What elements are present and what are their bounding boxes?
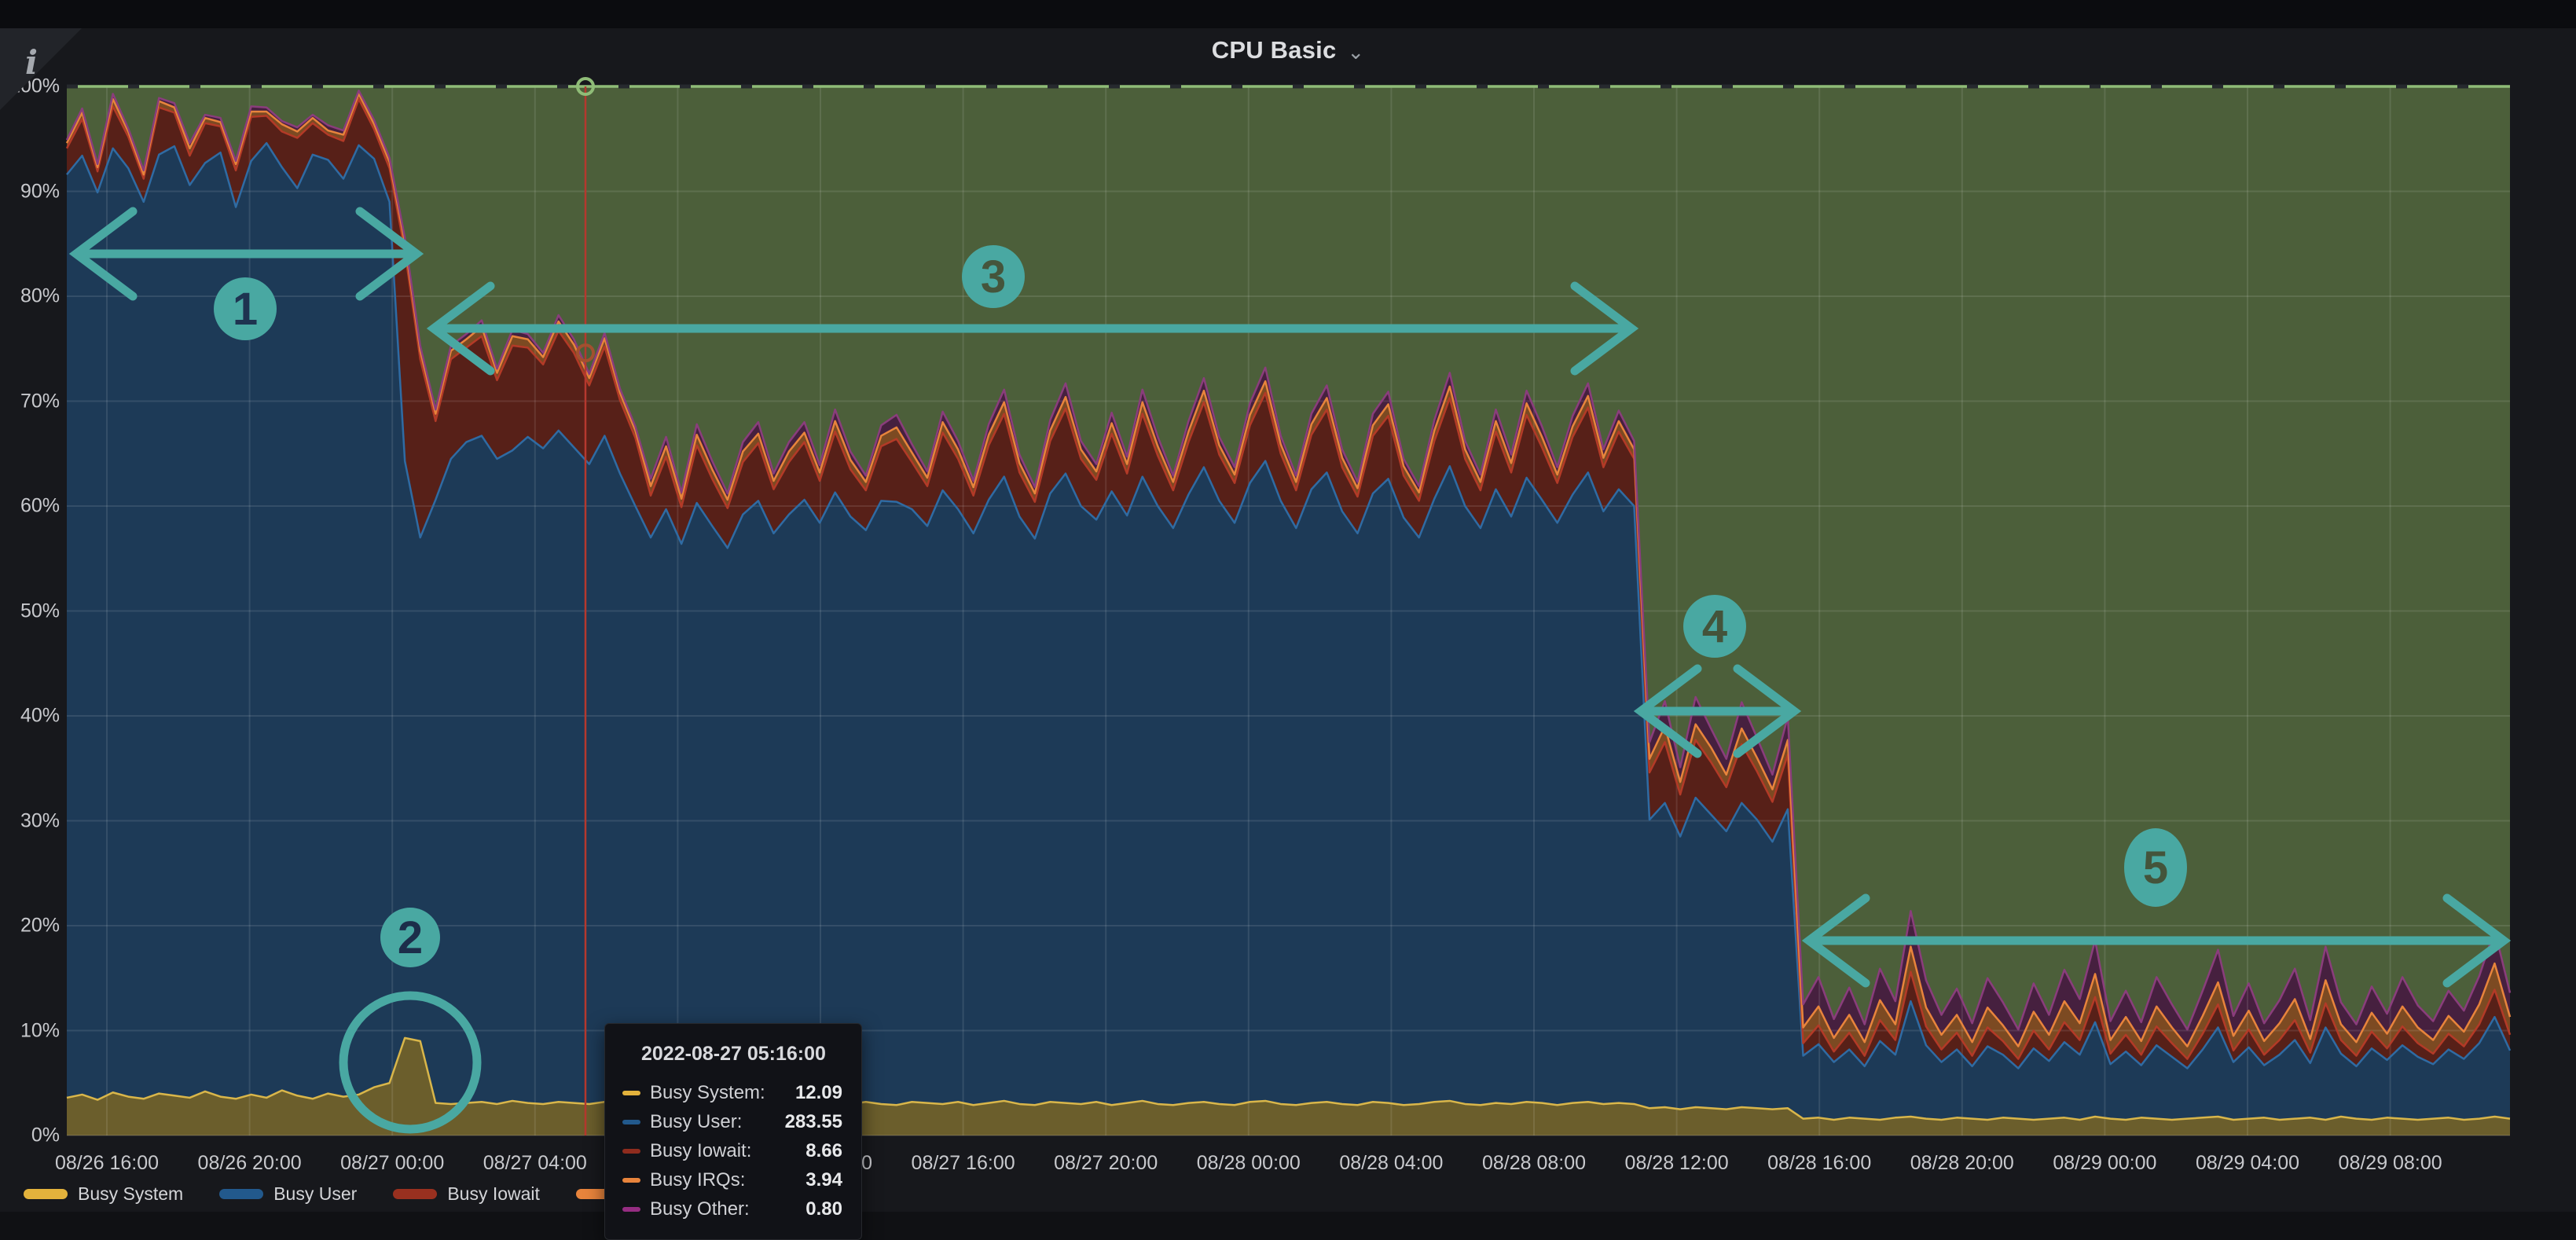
badge-number: 1 xyxy=(233,284,258,335)
tooltip-series-label: Busy Iowait: xyxy=(650,1140,751,1162)
tooltip-row-busy-irqs: Busy IRQs: 3.94 xyxy=(622,1165,842,1194)
annotation-badge-2: 2 xyxy=(380,908,440,967)
tooltip-series-label: Busy IRQs: xyxy=(650,1169,745,1191)
tooltip-row-busy-user: Busy User: 283.55 xyxy=(622,1107,842,1136)
tooltip-series-value: 3.94 xyxy=(805,1169,842,1191)
tooltip-row-busy-other: Busy Other: 0.80 xyxy=(622,1194,842,1223)
annotation-badge-1: 1 xyxy=(214,277,277,340)
tooltip-series-value: 0.80 xyxy=(805,1198,842,1220)
tooltip-series-label: Busy System: xyxy=(650,1082,765,1104)
tooltip-series-swatch xyxy=(622,1149,640,1154)
tooltip-series-swatch xyxy=(622,1207,640,1212)
tooltip-row-busy-system: Busy System: 12.09 xyxy=(622,1078,842,1107)
tooltip-series-swatch xyxy=(622,1091,640,1095)
tooltip-series-swatch xyxy=(622,1178,640,1183)
tooltip-series-value: 8.66 xyxy=(805,1140,842,1162)
annotation-badge-5: 5 xyxy=(2124,828,2187,907)
badge-number: 5 xyxy=(2143,842,2168,893)
info-corner-triangle xyxy=(0,28,82,110)
badge-number: 3 xyxy=(981,251,1006,303)
badge-number: 4 xyxy=(1702,601,1727,652)
tooltip-series-value: 12.09 xyxy=(795,1082,842,1104)
tooltip-series-swatch xyxy=(622,1120,640,1124)
tooltip-timestamp: 2022-08-27 05:16:00 xyxy=(622,1043,842,1066)
tooltip-row-busy-iowait: Busy Iowait: 8.66 xyxy=(622,1136,842,1165)
tooltip-series-label: Busy User: xyxy=(650,1111,742,1133)
info-icon: i xyxy=(25,43,38,82)
annotation-badge-3: 3 xyxy=(962,245,1025,308)
badge-number: 2 xyxy=(398,912,423,963)
cpu-usage-chart[interactable]: 1 2 3 4 5 xyxy=(0,0,2576,1212)
tooltip-series-label: Busy Other: xyxy=(650,1198,750,1220)
annotation-badge-4: 4 xyxy=(1683,595,1746,658)
tooltip-series-value: 283.55 xyxy=(785,1111,842,1133)
panel-info-corner[interactable]: i xyxy=(0,28,86,123)
hover-tooltip: 2022-08-27 05:16:00 Busy System:12.09Bus… xyxy=(604,1023,862,1240)
grafana-panel: CPU Basic ⌄ i 0%10%20%30%40%50%60%70%80%… xyxy=(0,0,2576,1212)
